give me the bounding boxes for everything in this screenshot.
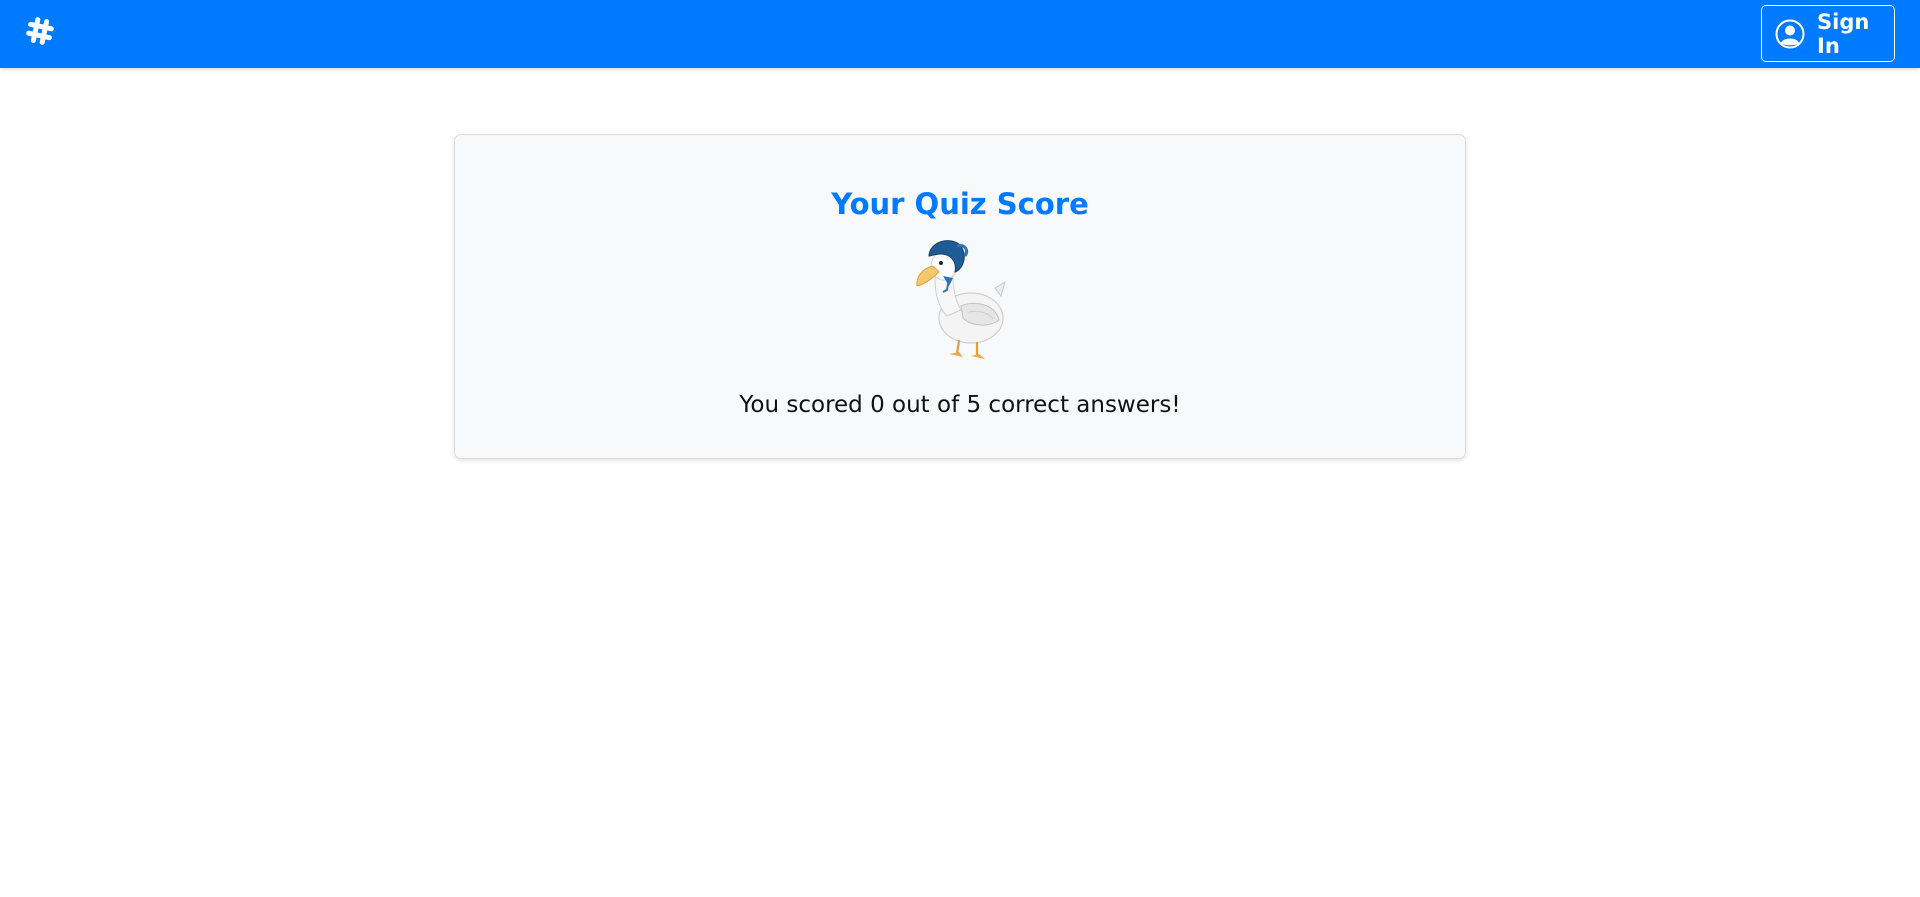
sign-in-button[interactable]: Sign In <box>1761 5 1895 62</box>
duck-with-bonnet-image <box>913 236 1013 362</box>
top-navbar: Sign In <box>0 0 1920 68</box>
hashtag-icon[interactable] <box>25 16 55 46</box>
sign-in-label: Sign In <box>1817 9 1870 58</box>
quiz-score-card: Your Quiz Score You scored 0 out of 5 co… <box>454 134 1466 459</box>
score-result-text: You scored 0 out of 5 correct answers! <box>739 392 1181 418</box>
user-circle-icon <box>1775 19 1805 49</box>
score-card-title: Your Quiz Score <box>831 187 1089 221</box>
